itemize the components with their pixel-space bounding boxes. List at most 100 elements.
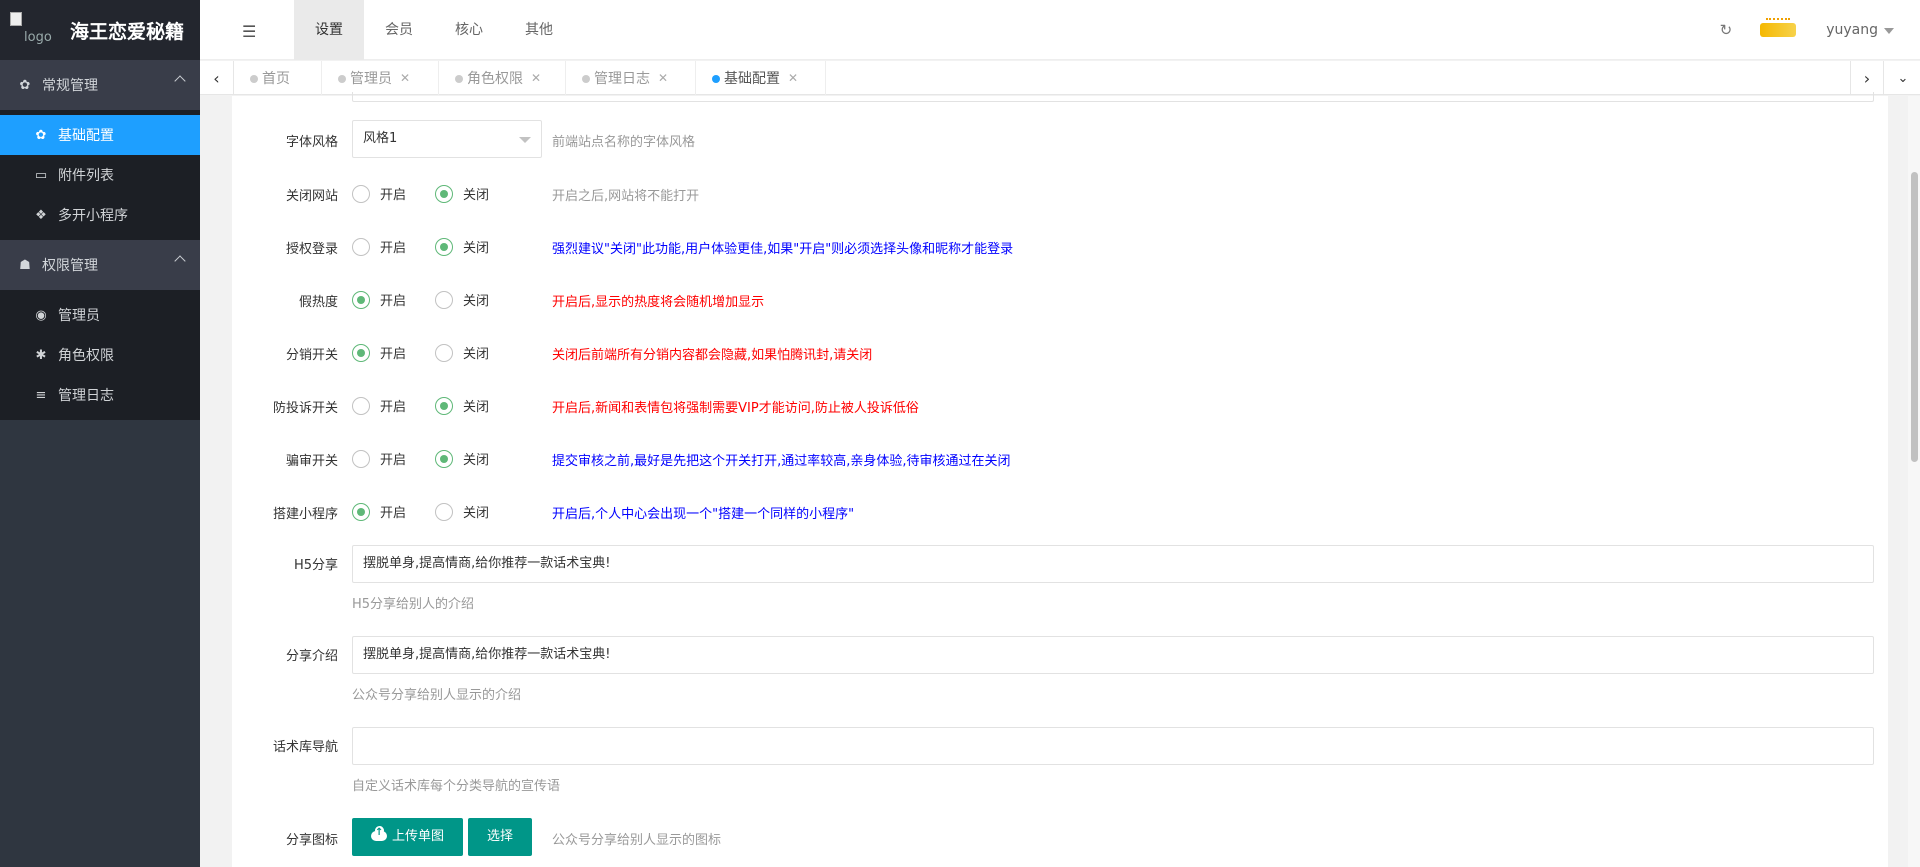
nav-tab-other[interactable]: 其他	[504, 0, 574, 60]
button-label: 选择	[486, 829, 513, 844]
page-tab-basic-config[interactable]: 基础配置 ✕	[696, 61, 826, 95]
field-tip: 公众号分享给别人显示的图标	[552, 833, 722, 848]
radio-label: 关闭	[463, 400, 490, 415]
radio-close-site-on[interactable]: 开启	[352, 184, 406, 203]
radio-fake-heat-off[interactable]: 关闭	[435, 290, 489, 309]
page-tab-roles[interactable]: 角色权限 ✕	[439, 61, 566, 95]
chevron-up-icon	[174, 75, 186, 87]
menu-head-general[interactable]: ✿ 常规管理	[0, 60, 200, 110]
radio-circle	[435, 502, 453, 521]
radio-build-miniapp-on[interactable]: 开启	[352, 502, 406, 521]
nav-tab-members[interactable]: 会员	[364, 0, 434, 60]
share-intro-input[interactable]: 摆脱单身,提高情商,给你推荐一款话术宝典!	[352, 636, 1874, 674]
page-tab-home[interactable]: 首页	[234, 61, 322, 95]
radio-build-miniapp-off[interactable]: 关闭	[435, 502, 489, 521]
avatar[interactable]	[1760, 18, 1797, 37]
radio-circle	[352, 290, 370, 309]
select-image-button[interactable]: 选择	[468, 818, 532, 856]
radio-label: 开启	[380, 188, 407, 203]
radio-fake-heat-on[interactable]: 开启	[352, 290, 406, 309]
field-label: 字体风格	[285, 135, 338, 150]
previous-field-edge	[352, 92, 1874, 102]
field-label: H5分享	[293, 558, 338, 573]
caret-down-icon[interactable]	[1884, 28, 1894, 34]
page-tab-label: 角色权限	[467, 71, 523, 87]
h5-share-input[interactable]: 摆脱单身,提高情商,给你推荐一款话术宝典!	[352, 545, 1874, 583]
sidebar-item-multi-miniapp[interactable]: ❖ 多开小程序	[0, 195, 200, 235]
page-tab-label: 管理员	[350, 71, 392, 87]
radio-label: 开启	[380, 294, 407, 309]
radio-anti-complaint-off[interactable]: 关闭	[435, 396, 489, 415]
scrollbar-thumb[interactable]	[1911, 172, 1918, 462]
sidebar-item-admin-log[interactable]: ≡ 管理日志	[0, 375, 200, 415]
radio-label: 关闭	[463, 453, 490, 468]
logo-image: logo	[10, 12, 58, 48]
radio-circle	[435, 237, 453, 256]
radio-circle	[352, 449, 370, 468]
field-tip: 强烈建议"关闭"此功能,用户体验更佳,如果"开启"则必须选择头像和昵称才能登录	[552, 242, 1014, 257]
page-tab-label: 管理日志	[594, 71, 650, 87]
library-nav-input[interactable]	[352, 727, 1874, 765]
close-icon[interactable]: ✕	[531, 71, 541, 85]
sidebar-item-roles[interactable]: ✱ 角色权限	[0, 335, 200, 375]
sidebar-item-label: 多开小程序	[58, 208, 128, 224]
form-row-auth-login: 授权登录 开启 关闭 强烈建议"关闭"此功能,用户体验更佳,如果"开启"则必须选…	[232, 227, 1888, 267]
radio-review-mode-off[interactable]: 关闭	[435, 449, 489, 468]
sidebar-item-label: 附件列表	[58, 168, 114, 184]
field-label: 骗审开关	[285, 454, 338, 469]
gear-icon: ✿	[35, 127, 47, 143]
tab-dot-icon	[455, 75, 463, 83]
field-label: 搭建小程序	[272, 507, 338, 522]
tabs-scroll-left-icon[interactable]: ‹	[200, 61, 234, 95]
radio-auth-login-on[interactable]: 开启	[352, 237, 406, 256]
sidebar-item-label: 角色权限	[58, 348, 114, 364]
radio-auth-login-off[interactable]: 关闭	[435, 237, 489, 256]
field-label: 授权登录	[285, 242, 338, 257]
field-label: 分销开关	[285, 348, 338, 363]
radio-label: 开启	[380, 453, 407, 468]
close-icon[interactable]: ✕	[658, 71, 668, 85]
nav-tab-settings[interactable]: 设置	[294, 0, 364, 60]
radio-distribution-off[interactable]: 关闭	[435, 343, 489, 362]
page-tab-admins[interactable]: 管理员 ✕	[322, 61, 439, 95]
refresh-icon[interactable]: ↻	[1720, 21, 1733, 39]
page-scrollbar[interactable]	[1908, 96, 1920, 867]
form-row-library-nav: 话术库导航 自定义话术库每个分类导航的宣传语	[232, 727, 1888, 807]
radio-label: 关闭	[463, 294, 490, 309]
page-tab-admin-log[interactable]: 管理日志 ✕	[566, 61, 696, 95]
radio-anti-complaint-on[interactable]: 开启	[352, 396, 406, 415]
username[interactable]: yuyang	[1826, 22, 1878, 38]
header-right: ↻ yuyang	[1720, 0, 1920, 60]
logo-area: logo 海王恋爱秘籍	[0, 0, 200, 60]
form-row-font-style: 字体风格 风格1 前端站点名称的字体风格	[232, 120, 1888, 160]
upload-image-button[interactable]: 上传单图	[352, 818, 463, 856]
broken-image-icon	[10, 12, 22, 26]
nav-tab-label: 设置	[315, 22, 343, 38]
config-form: 字体风格 风格1 前端站点名称的字体风格 关闭网站 开启 关闭 开启之后,网站将…	[232, 92, 1888, 867]
page-tab-label: 基础配置	[724, 71, 780, 87]
sidebar-item-basic-config[interactable]: ✿ 基础配置	[0, 115, 200, 155]
close-icon[interactable]: ✕	[788, 71, 798, 85]
radio-review-mode-on[interactable]: 开启	[352, 449, 406, 468]
field-tip: 开启后,个人中心会出现一个"搭建一个同样的小程序"	[552, 507, 855, 522]
radio-label: 开启	[380, 506, 407, 521]
menu-group-permission: ☗ 权限管理 ◉ 管理员 ✱ 角色权限 ≡ 管理日志	[0, 240, 200, 420]
radio-close-site-off[interactable]: 关闭	[435, 184, 489, 203]
sidebar-item-admins[interactable]: ◉ 管理员	[0, 295, 200, 335]
field-label: 分享介绍	[285, 649, 338, 664]
bug-icon: ✱	[35, 347, 47, 363]
menu-sub-permission: ◉ 管理员 ✱ 角色权限 ≡ 管理日志	[0, 290, 200, 420]
sidebar-toggle-icon[interactable]: ☰	[242, 22, 258, 41]
nav-tab-core[interactable]: 核心	[434, 0, 504, 60]
font-style-select[interactable]: 风格1	[352, 120, 542, 158]
radio-distribution-on[interactable]: 开启	[352, 343, 406, 362]
sidebar: logo 海王恋爱秘籍 ✿ 常规管理 ✿ 基础配置 ▭ 附件列表 ❖ 多开小程序	[0, 0, 200, 867]
menu-head-permission[interactable]: ☗ 权限管理	[0, 240, 200, 290]
page-tabs-bar: ‹ 首页 管理员 ✕ 角色权限 ✕ 管理日志 ✕ 基础配置 ✕ › ⌄	[200, 61, 1920, 95]
tabs-scroll-right-icon[interactable]: ›	[1850, 61, 1884, 95]
field-tip: 开启后,新闻和表情包将强制需要VIP才能访问,防止被人投诉低俗	[552, 401, 919, 416]
sidebar-item-attachments[interactable]: ▭ 附件列表	[0, 155, 200, 195]
menu-head-label: 常规管理	[42, 78, 98, 94]
tabs-menu-chevron-down-icon[interactable]: ⌄	[1886, 61, 1920, 95]
close-icon[interactable]: ✕	[400, 71, 410, 85]
